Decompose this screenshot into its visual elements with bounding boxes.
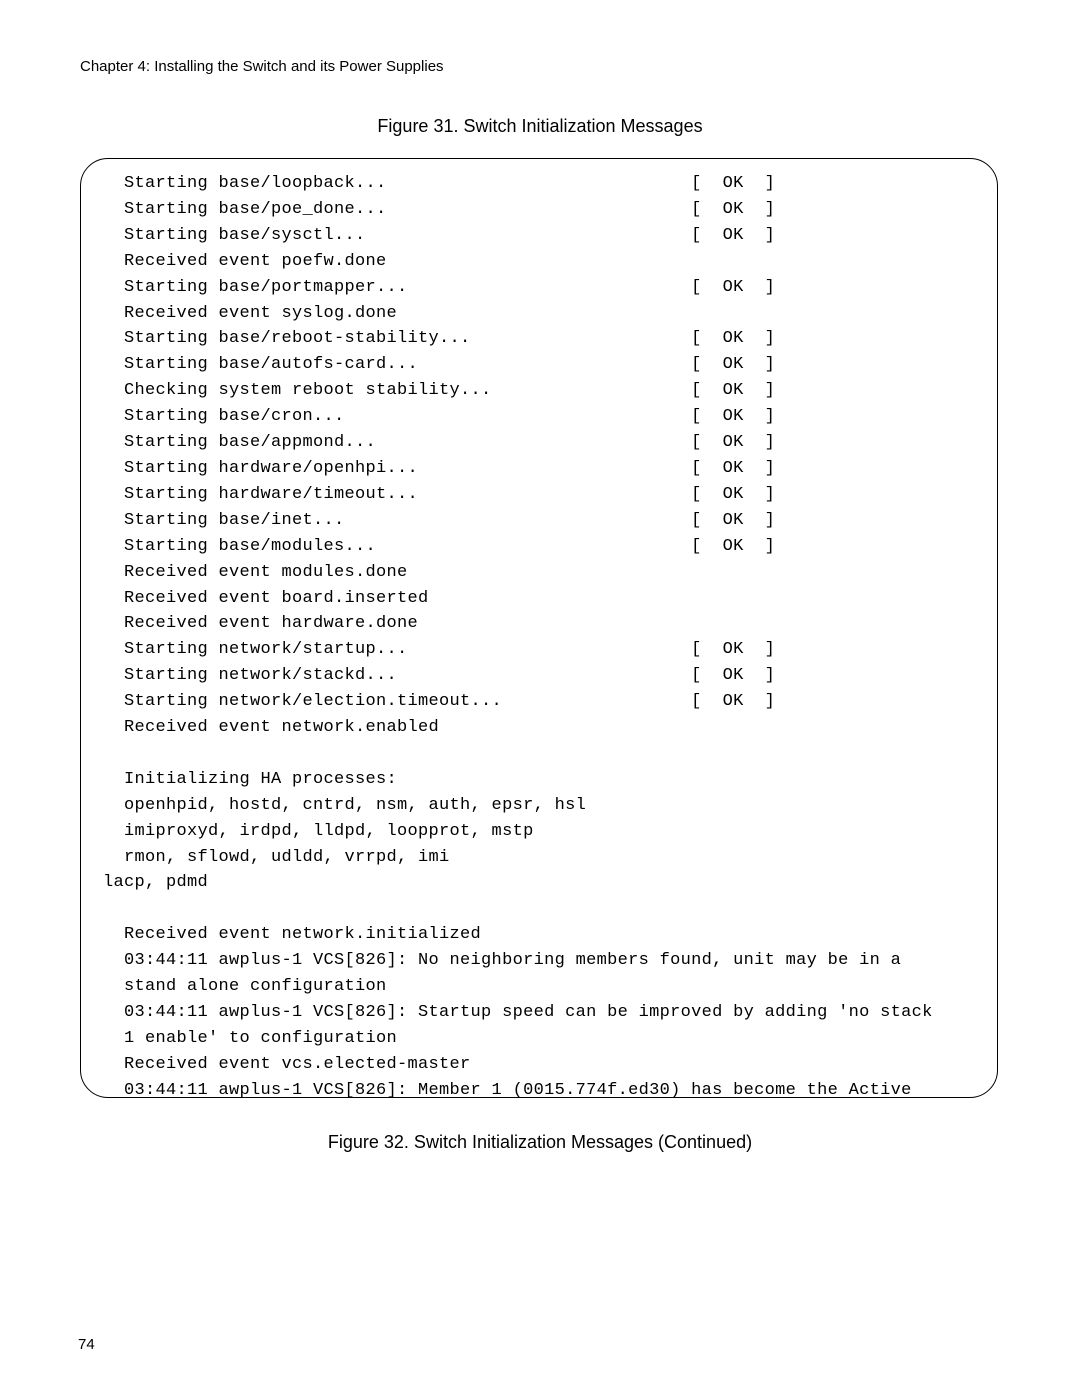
page-number: 74	[78, 1336, 95, 1353]
console-output-box: Starting base/loopback... [ OK ] Startin…	[80, 158, 998, 1098]
chapter-header: Chapter 4: Installing the Switch and its…	[80, 58, 444, 75]
document-page: Chapter 4: Installing the Switch and its…	[0, 0, 1080, 1397]
figure-caption-bottom: Figure 32. Switch Initialization Message…	[0, 1132, 1080, 1153]
figure-caption-top: Figure 31. Switch Initialization Message…	[0, 116, 1080, 137]
